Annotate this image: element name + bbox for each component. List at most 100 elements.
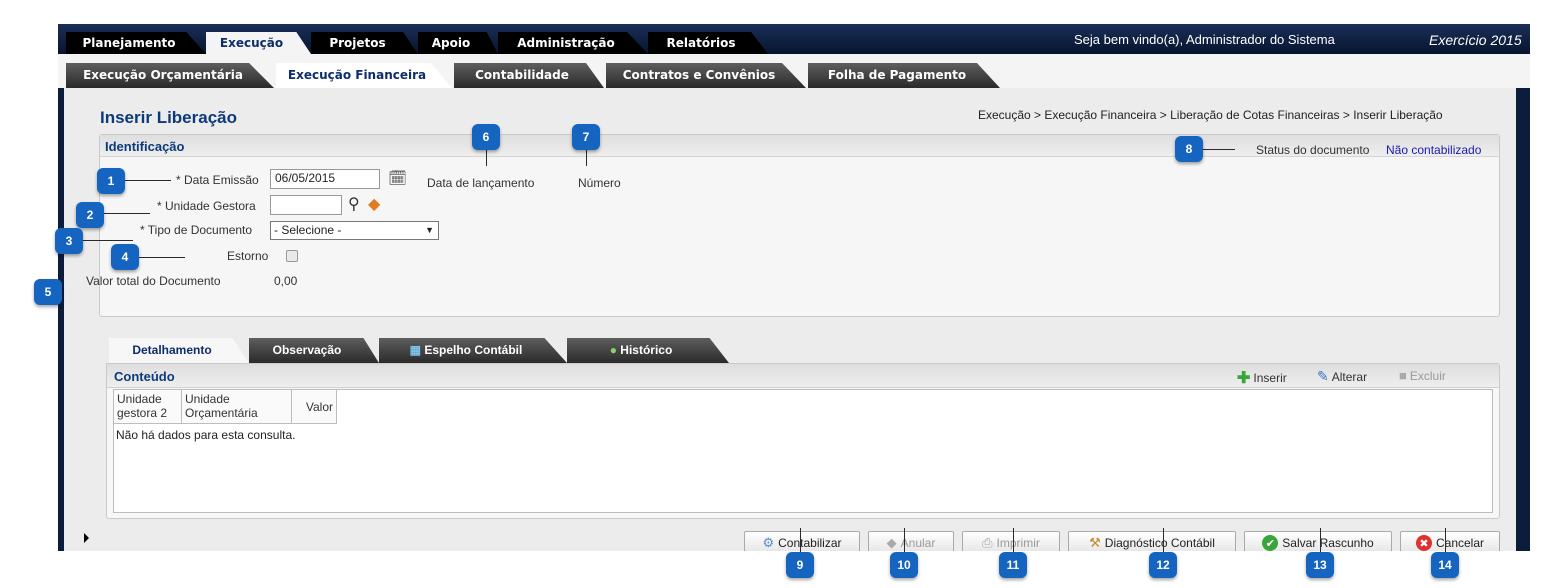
tab-relatorios[interactable]: Relatórios (648, 32, 768, 54)
tab-execucao[interactable]: Execução (206, 32, 311, 54)
callout-3: 3 (55, 228, 83, 254)
tab-espelho-contabil-label: Espelho Contábil (424, 343, 523, 357)
data-emissao-label: * Data Emissão (176, 173, 259, 187)
callout-line-13 (1320, 528, 1321, 552)
callout-line-6 (486, 150, 487, 166)
cancelar-label: Cancelar (1435, 536, 1485, 550)
subtab-contabilidade[interactable]: Contabilidade (454, 63, 604, 88)
check-circle-icon: ✔ (1262, 535, 1279, 551)
exercise-year[interactable]: Exercício 2015 (1429, 32, 1522, 48)
collapse-handle-icon[interactable] (84, 533, 89, 543)
tipo-documento-selected: - Selecione - (274, 223, 342, 237)
callout-14: 14 (1431, 552, 1459, 578)
callout-line-4 (139, 257, 185, 258)
unidade-gestora-input[interactable] (270, 195, 342, 215)
cancelar-button[interactable]: ✖ Cancelar (1400, 531, 1500, 551)
valor-total-label: Valor total do Documento (86, 274, 221, 288)
trash-icon: ■ (1399, 368, 1407, 383)
callout-2: 2 (76, 202, 104, 228)
conteudo-title: Conteúdo (114, 369, 175, 384)
anular-button[interactable]: ◆ Anular (868, 531, 954, 551)
numero-label: Número (578, 176, 621, 190)
callout-line-7 (586, 150, 587, 166)
edit-icon: ✎ (1317, 368, 1329, 384)
valor-total-value: 0,00 (274, 274, 298, 288)
tab-apoio[interactable]: Apoio (418, 32, 498, 54)
subtab-folha-pagamento[interactable]: Folha de Pagamento (808, 63, 1000, 88)
callout-line-8 (1203, 149, 1235, 150)
diagnostic-icon: ⚒ (1089, 535, 1101, 550)
callout-line-3 (83, 240, 133, 241)
subtab-contratos-convenios[interactable]: Contratos e Convênios (606, 63, 806, 88)
data-grid: Unidade gestora 2 Unidade Orçamentária V… (113, 389, 1493, 513)
grid-header: Unidade gestora 2 Unidade Orçamentária V… (114, 390, 337, 424)
eraser-icon[interactable]: ◆ (368, 195, 380, 213)
data-lancamento-label: Data de lançamento (427, 176, 535, 190)
diagnostico-label: Diagnóstico Contábil (1104, 536, 1215, 550)
chevron-down-icon: ▼ (425, 225, 434, 235)
callout-7: 7 (572, 124, 600, 150)
top-navigation: Planejamento Execução Projetos Apoio Adm… (58, 24, 1530, 54)
contabilizar-label: Contabilizar (778, 536, 842, 550)
tab-planejamento[interactable]: Planejamento (66, 32, 206, 54)
conteudo-header: Conteúdo ✚ Inserir ✎ Alterar ■ Excluir (107, 364, 1499, 388)
estorno-checkbox[interactable] (286, 250, 298, 262)
page-title: Inserir Liberação (100, 108, 238, 127)
conteudo-panel: Conteúdo ✚ Inserir ✎ Alterar ■ Excluir U… (106, 363, 1500, 519)
subtab-execucao-financeira[interactable]: Execução Financeira (276, 63, 452, 88)
callout-line-1 (125, 180, 171, 181)
imprimir-button[interactable]: ⎙ Imprimir (962, 531, 1060, 551)
tab-detalhamento[interactable]: Detalhamento (109, 338, 249, 363)
salvar-label: Salvar Rascunho (1282, 536, 1374, 550)
identificacao-title: Identificação (105, 139, 185, 154)
printer-icon: ⎙ (982, 535, 993, 550)
subtab-execucao-orcamentaria[interactable]: Execução Orçamentária (66, 63, 274, 88)
contabilizar-button[interactable]: ⚙ Contabilizar (744, 531, 860, 551)
empty-message: Não há dados para esta consulta. (116, 428, 296, 442)
detail-tabs: Detalhamento Observação ▦ Espelho Contáb… (109, 338, 809, 363)
tab-observacao[interactable]: Observação (249, 338, 379, 363)
callout-line-9 (800, 528, 801, 552)
cancel-stamp-icon: ◆ (886, 535, 897, 550)
status-documento-label: Status do documento (1256, 143, 1370, 157)
callout-13: 13 (1306, 552, 1334, 578)
tab-historico[interactable]: ● Histórico (567, 338, 729, 363)
plus-icon: ✚ (1237, 370, 1251, 387)
anular-label: Anular (900, 536, 936, 550)
callout-6: 6 (472, 124, 500, 150)
column-valor[interactable]: Valor (292, 390, 337, 424)
callout-12: 12 (1149, 552, 1177, 578)
tab-espelho-contabil[interactable]: ▦ Espelho Contábil (379, 338, 567, 363)
unidade-gestora-label: * Unidade Gestora (157, 199, 256, 213)
diagnostico-contabil-button[interactable]: ⚒ Diagnóstico Contábil (1068, 531, 1236, 551)
callout-line-2 (104, 213, 150, 214)
alterar-label: Alterar (1331, 369, 1368, 384)
callout-9: 9 (786, 552, 814, 578)
salvar-rascunho-button[interactable]: ✔ Salvar Rascunho (1244, 531, 1392, 551)
tab-administracao[interactable]: Administração (498, 32, 648, 54)
callout-line-14 (1445, 528, 1446, 552)
callout-line-11 (1013, 528, 1014, 552)
data-emissao-input[interactable]: 06/05/2015 (270, 169, 380, 189)
excluir-button[interactable]: ■ Excluir (1399, 368, 1446, 383)
inserir-button[interactable]: ✚ Inserir (1237, 368, 1287, 388)
alterar-button[interactable]: ✎ Alterar (1317, 368, 1367, 385)
tab-historico-label: Histórico (620, 343, 673, 357)
callout-4: 4 (111, 244, 139, 270)
callout-8: 8 (1175, 136, 1203, 162)
estorno-label: Estorno (227, 249, 269, 263)
content-area: Inserir Liberação Execução > Execução Fi… (64, 88, 1516, 551)
history-icon: ● (609, 343, 617, 357)
column-unidade-gestora[interactable]: Unidade gestora 2 (114, 390, 182, 424)
magnifier-icon[interactable]: ⚲ (348, 195, 360, 213)
tipo-documento-select[interactable]: - Selecione - ▼ (270, 221, 439, 240)
cancel-circle-icon: ✖ (1415, 535, 1432, 551)
callout-5: 5 (34, 279, 62, 305)
excluir-label: Excluir (1409, 368, 1446, 383)
column-unidade-orcamentaria[interactable]: Unidade Orçamentária (182, 390, 292, 424)
tab-projetos[interactable]: Projetos (311, 32, 418, 54)
calendar-clock-icon[interactable]: 🗓 (388, 169, 407, 187)
callout-line-10 (904, 528, 905, 552)
imprimir-label: Imprimir (996, 536, 1040, 550)
sub-navigation: Execução Orçamentária Execução Financeir… (58, 54, 1530, 88)
